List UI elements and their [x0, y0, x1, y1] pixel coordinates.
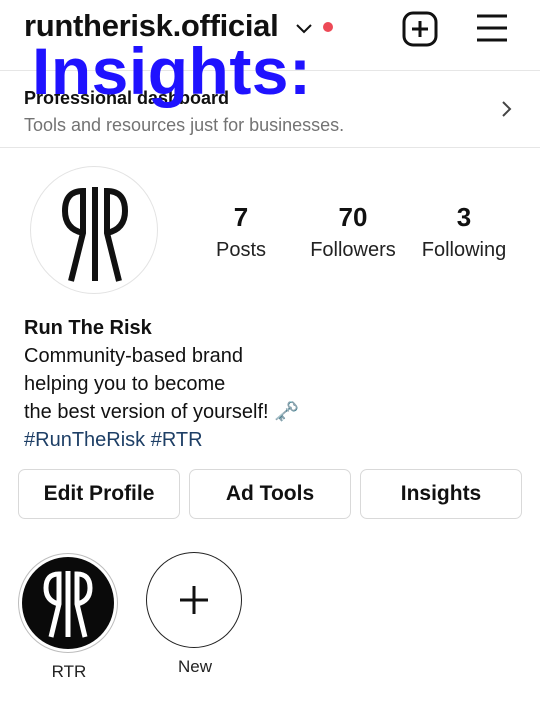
chevron-right-icon: [502, 101, 512, 117]
divider: [0, 147, 540, 148]
bio-line: helping you to become: [24, 373, 226, 395]
new-highlight-circle: [146, 552, 242, 648]
stat-following[interactable]: 3 Following: [418, 202, 510, 262]
profile-bio: Run The Risk Community-based brand helpi…: [24, 314, 504, 454]
new-highlight[interactable]: New: [146, 552, 244, 677]
display-name: Run The Risk: [24, 317, 152, 339]
following-count: 3: [456, 202, 472, 232]
posts-label: Posts: [215, 239, 267, 261]
new-post-icon[interactable]: [401, 10, 439, 48]
highlight-rtr[interactable]: RTR: [18, 553, 120, 682]
edit-profile-button[interactable]: Edit Profile: [18, 469, 180, 519]
notification-dot: [323, 22, 333, 32]
stat-followers[interactable]: 70 Followers: [306, 202, 400, 262]
followers-label: Followers: [310, 239, 396, 261]
posts-count: 7: [233, 202, 249, 232]
followers-count: 70: [338, 202, 368, 232]
insights-overlay-text: Insights:: [32, 34, 312, 108]
hamburger-menu-icon[interactable]: [474, 10, 510, 46]
ad-tools-button[interactable]: Ad Tools: [189, 469, 351, 519]
bio-hashtags[interactable]: #RunTheRisk #RTR: [24, 426, 504, 454]
highlight-label: New: [177, 657, 212, 676]
highlight-label: RTR: [51, 662, 87, 681]
profile-screen: runtherisk.official Insights: Profession…: [0, 0, 540, 702]
insights-button[interactable]: Insights: [360, 469, 522, 519]
stat-posts[interactable]: 7 Posts: [212, 202, 270, 262]
following-label: Following: [421, 239, 507, 261]
highlight-cover: [18, 553, 118, 653]
plus-icon: [180, 586, 208, 614]
bio-line: the best version of yourself! 🗝️: [24, 401, 300, 423]
rtr-logo-icon: [22, 557, 114, 649]
bio-line: Community-based brand: [24, 345, 243, 367]
profile-avatar[interactable]: [30, 166, 158, 294]
dashboard-subtitle: Tools and resources just for businesses.: [24, 115, 345, 135]
rtr-logo-icon: [61, 187, 129, 282]
